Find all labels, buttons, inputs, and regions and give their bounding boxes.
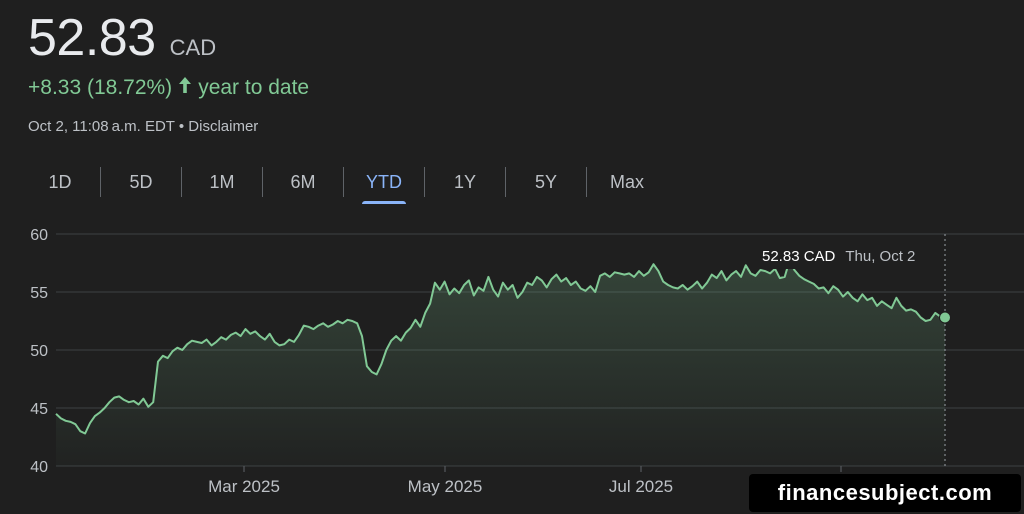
- currency-label: CAD: [169, 35, 217, 60]
- arrow-up-icon: [178, 76, 192, 100]
- last-point-marker: [939, 311, 951, 324]
- watermark: financesubject.com: [749, 474, 1021, 512]
- tab-1m[interactable]: 1M: [182, 164, 262, 200]
- y-tick-label: 45: [30, 401, 48, 418]
- tab-1y[interactable]: 1Y: [425, 164, 505, 200]
- timestamp-row: Oct 2, 11:08 a.m. EDT • Disclaimer: [28, 118, 258, 135]
- tab-max[interactable]: Max: [587, 164, 667, 200]
- tab-5y[interactable]: 5Y: [506, 164, 586, 200]
- tooltip-date: Thu, Oct 2: [845, 248, 916, 265]
- change-row: +8.33 (18.72%) year to date: [28, 76, 309, 100]
- change-value: +8.33 (18.72%): [28, 76, 173, 99]
- current-price: 52.83: [28, 9, 156, 67]
- y-tick-label: 55: [30, 285, 48, 302]
- tab-6m[interactable]: 6M: [263, 164, 343, 200]
- timestamp: Oct 2, 11:08 a.m. EDT: [28, 118, 175, 135]
- price-tooltip: 52.83 CAD Thu, Oct 2: [752, 244, 926, 269]
- x-tick-label: Mar 2025: [208, 477, 280, 496]
- y-tick-label: 60: [30, 227, 48, 244]
- x-tick-label: May 2025: [408, 477, 483, 496]
- tab-5d[interactable]: 5D: [101, 164, 181, 200]
- period-label: year to date: [198, 76, 310, 99]
- y-tick-label: 40: [30, 459, 48, 476]
- meta-separator: •: [178, 118, 185, 135]
- tab-1d[interactable]: 1D: [20, 164, 100, 200]
- range-tabs: 1D 5D 1M 6M YTD 1Y 5Y Max: [20, 162, 667, 204]
- tab-ytd[interactable]: YTD: [344, 164, 424, 204]
- y-tick-label: 50: [30, 343, 48, 360]
- price-header: 52.83 CAD: [28, 8, 216, 68]
- tooltip-value: 52.83 CAD: [762, 248, 836, 265]
- disclaimer-link[interactable]: Disclaimer: [188, 118, 258, 135]
- x-tick-label: Jul 2025: [609, 477, 673, 496]
